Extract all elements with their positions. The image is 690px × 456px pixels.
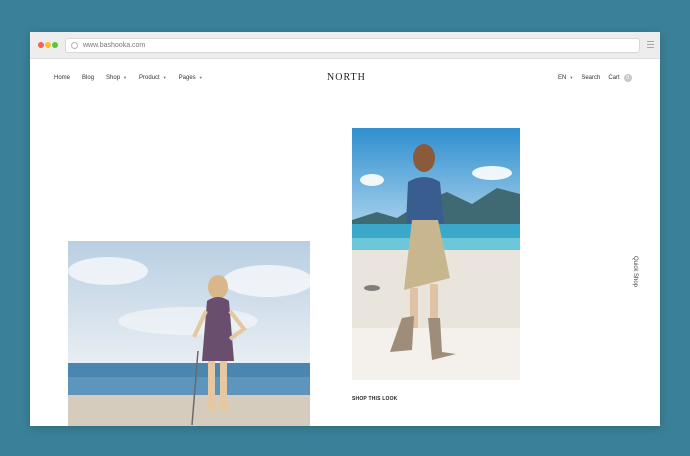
shop-this-look-link[interactable]: SHOP THIS LOOK [352,396,398,402]
header-actions: EN ▼ Search Cart 0 [558,74,632,82]
nav-item-pages[interactable]: Pages ▼ [179,75,203,81]
close-window-dot[interactable] [38,42,44,48]
site-logo[interactable]: NORTH [327,72,366,83]
chevron-down-icon: ▼ [123,75,128,80]
site-header: Home Blog Shop ▼ Product ▼ Pages ▼ NORTH EN… [30,58,660,98]
cart-link[interactable]: Cart 0 [608,74,632,82]
nav-item-home[interactable]: Home [54,75,70,81]
nav-item-product[interactable]: Product ▼ [139,75,167,81]
browser-window: www.bashooka.com Home Blog Shop ▼ Product… [30,32,660,426]
address-bar[interactable]: www.bashooka.com [65,38,640,53]
quick-shop-tab[interactable]: Quick Shop [632,256,638,287]
reload-icon[interactable] [71,42,78,49]
chevron-down-icon: ▼ [569,75,574,80]
nav-item-blog[interactable]: Blog [82,75,94,81]
cart-count-badge: 0 [623,74,632,82]
maximize-window-dot[interactable] [52,42,58,48]
language-selector[interactable]: EN ▼ [558,75,573,81]
main-navigation: Home Blog Shop ▼ Product ▼ Pages ▼ [54,75,203,81]
browser-chrome: www.bashooka.com [30,32,660,59]
chevron-down-icon: ▼ [198,75,203,80]
minimize-window-dot[interactable] [45,42,51,48]
chevron-down-icon: ▼ [162,75,167,80]
hamburger-menu-icon[interactable] [647,41,654,49]
search-link[interactable]: Search [581,75,600,81]
nav-item-shop[interactable]: Shop ▼ [106,75,127,81]
lookbook-photo-coast[interactable] [352,128,520,380]
lookbook-photo-beach[interactable] [68,241,310,426]
url-text: www.bashooka.com [83,42,146,49]
